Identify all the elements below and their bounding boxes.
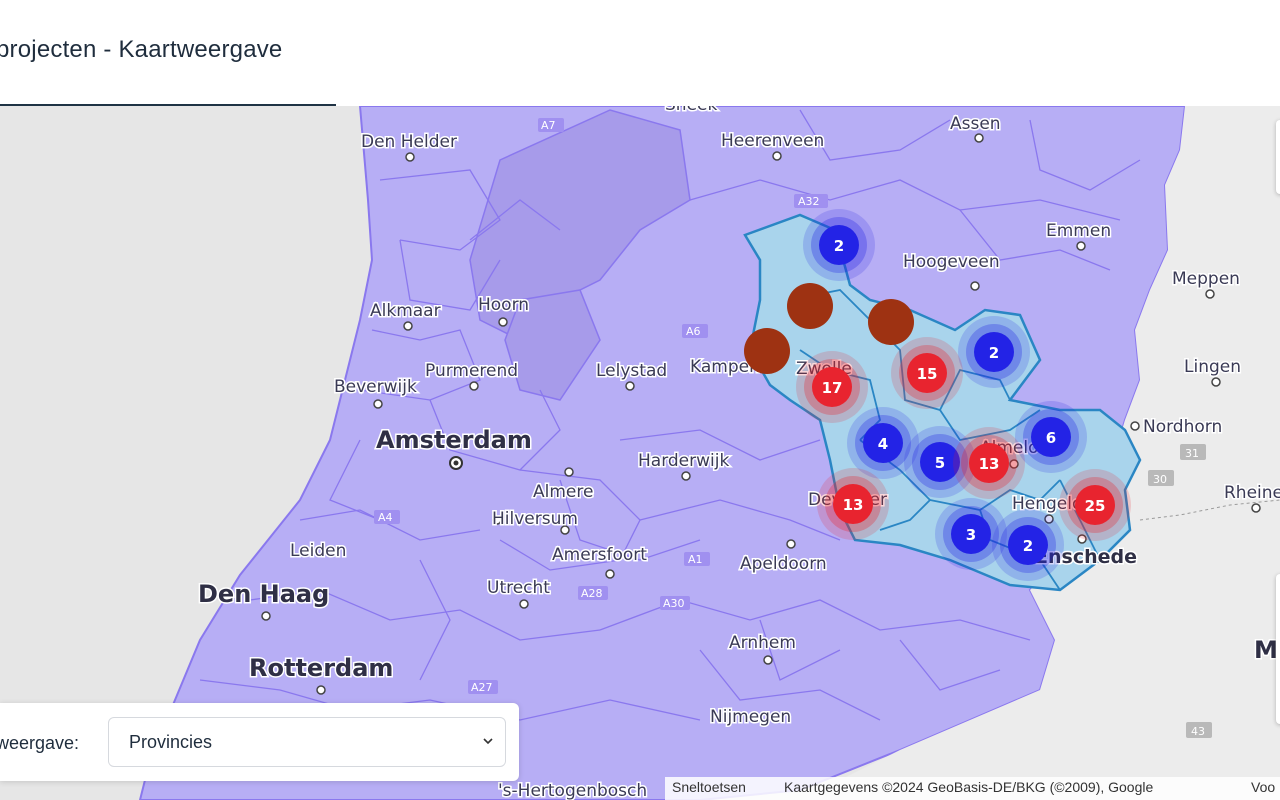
city-label-major: Den Haag xyxy=(198,580,329,608)
project-marker[interactable] xyxy=(868,299,914,345)
cluster-marker[interactable]: 13 xyxy=(817,468,889,540)
city-label: Apeldoorn xyxy=(740,554,827,574)
city-label: Rheine xyxy=(1224,483,1280,503)
svg-text:31: 31 xyxy=(1185,447,1199,460)
city-label: Almere xyxy=(533,482,593,502)
city-label: Emmen xyxy=(1046,221,1111,241)
map-view[interactable]: A7 A32 A6 A1 A30 A28 A27 A4 31 30 43 Den… xyxy=(0,106,1280,800)
svg-text:A4: A4 xyxy=(378,511,393,524)
city-label: Den Helder xyxy=(361,132,457,152)
city-label: Lelystad xyxy=(596,361,667,381)
city-label: Nijmegen xyxy=(710,707,791,727)
svg-text:17: 17 xyxy=(822,379,843,397)
city-label: Hilversum xyxy=(492,509,578,529)
cluster-marker[interactable]: 15 xyxy=(891,337,963,409)
project-marker[interactable] xyxy=(787,283,833,329)
city-label: Hoorn xyxy=(478,295,529,315)
svg-text:A6: A6 xyxy=(686,325,701,338)
zoom-control[interactable] xyxy=(1276,574,1280,724)
page-title: projecten - Kaartweergave xyxy=(0,36,283,63)
terms-link[interactable]: Voo xyxy=(1251,779,1275,795)
map-data-attribution: Kaartgegevens ©2024 GeoBasis-DE/BKG (©20… xyxy=(784,779,1154,795)
project-marker[interactable] xyxy=(744,328,790,374)
chevron-down-icon xyxy=(483,738,493,745)
svg-text:A32: A32 xyxy=(798,195,820,208)
view-select[interactable]: Provincies xyxy=(108,717,506,767)
svg-text:13: 13 xyxy=(843,496,864,514)
svg-text:A1: A1 xyxy=(688,553,703,566)
svg-text:2: 2 xyxy=(834,237,844,255)
city-label: Leiden xyxy=(290,541,346,561)
cluster-marker[interactable]: 2 xyxy=(803,209,875,281)
city-label: Lingen xyxy=(1184,357,1241,377)
svg-text:4: 4 xyxy=(878,435,888,453)
city-label: Hoogeveen xyxy=(903,252,1000,272)
svg-text:A30: A30 xyxy=(663,597,685,610)
page-header: projecten - Kaartweergave xyxy=(0,0,1280,106)
svg-text:6: 6 xyxy=(1046,429,1056,447)
city-label: Nordhorn xyxy=(1143,417,1222,437)
svg-text:2: 2 xyxy=(989,344,999,362)
city-label: Sneek xyxy=(665,106,717,115)
map-control-button[interactable] xyxy=(1276,120,1280,194)
cluster-marker[interactable]: 17 xyxy=(796,351,868,423)
city-label: Amersfoort xyxy=(552,545,647,565)
capital-dot-center xyxy=(453,460,459,466)
city-label: Beverwijk xyxy=(334,377,417,397)
map-attribution: Sneltoetsen Kaartgegevens ©2024 GeoBasis… xyxy=(665,777,1280,800)
view-label: weergave: xyxy=(0,733,80,753)
cluster-marker[interactable]: 2 xyxy=(992,509,1064,581)
svg-text:A7: A7 xyxy=(541,119,556,132)
keyboard-shortcuts-link[interactable]: Sneltoetsen xyxy=(672,779,746,795)
svg-text:5: 5 xyxy=(935,454,945,472)
city-label: Alkmaar xyxy=(370,301,441,321)
cluster-marker[interactable]: 6 xyxy=(1015,401,1087,473)
svg-text:43: 43 xyxy=(1191,725,1205,738)
city-label: Purmerend xyxy=(425,361,518,381)
cluster-marker[interactable]: 25 xyxy=(1059,469,1131,541)
city-label: Meppen xyxy=(1172,269,1240,289)
city-label-major: Amsterdam xyxy=(376,426,532,454)
city-label: Heerenveen xyxy=(721,131,824,151)
map-canvas[interactable]: A7 A32 A6 A1 A30 A28 A27 A4 31 30 43 Den… xyxy=(0,106,1280,800)
city-label: 's-Hertogenbosch xyxy=(498,781,647,800)
svg-text:A28: A28 xyxy=(581,587,603,600)
svg-text:15: 15 xyxy=(917,365,938,383)
svg-text:13: 13 xyxy=(979,455,1000,473)
svg-text:3: 3 xyxy=(966,526,976,544)
city-label-major: M xyxy=(1254,636,1278,664)
svg-text:2: 2 xyxy=(1023,537,1033,555)
svg-text:A27: A27 xyxy=(471,681,493,694)
city-label: Utrecht xyxy=(487,578,550,598)
svg-text:30: 30 xyxy=(1153,473,1167,486)
city-label-major: Rotterdam xyxy=(249,654,393,682)
cluster-marker[interactable]: 13 xyxy=(953,427,1025,499)
view-select-value: Provincies xyxy=(129,732,213,752)
cluster-marker[interactable]: 2 xyxy=(958,316,1030,388)
city-label: Arnhem xyxy=(729,633,796,653)
city-label: Harderwijk xyxy=(638,451,729,471)
view-selector-panel: weergave: Provincies xyxy=(0,703,519,781)
city-label: Assen xyxy=(950,114,1001,134)
svg-text:25: 25 xyxy=(1085,497,1106,515)
